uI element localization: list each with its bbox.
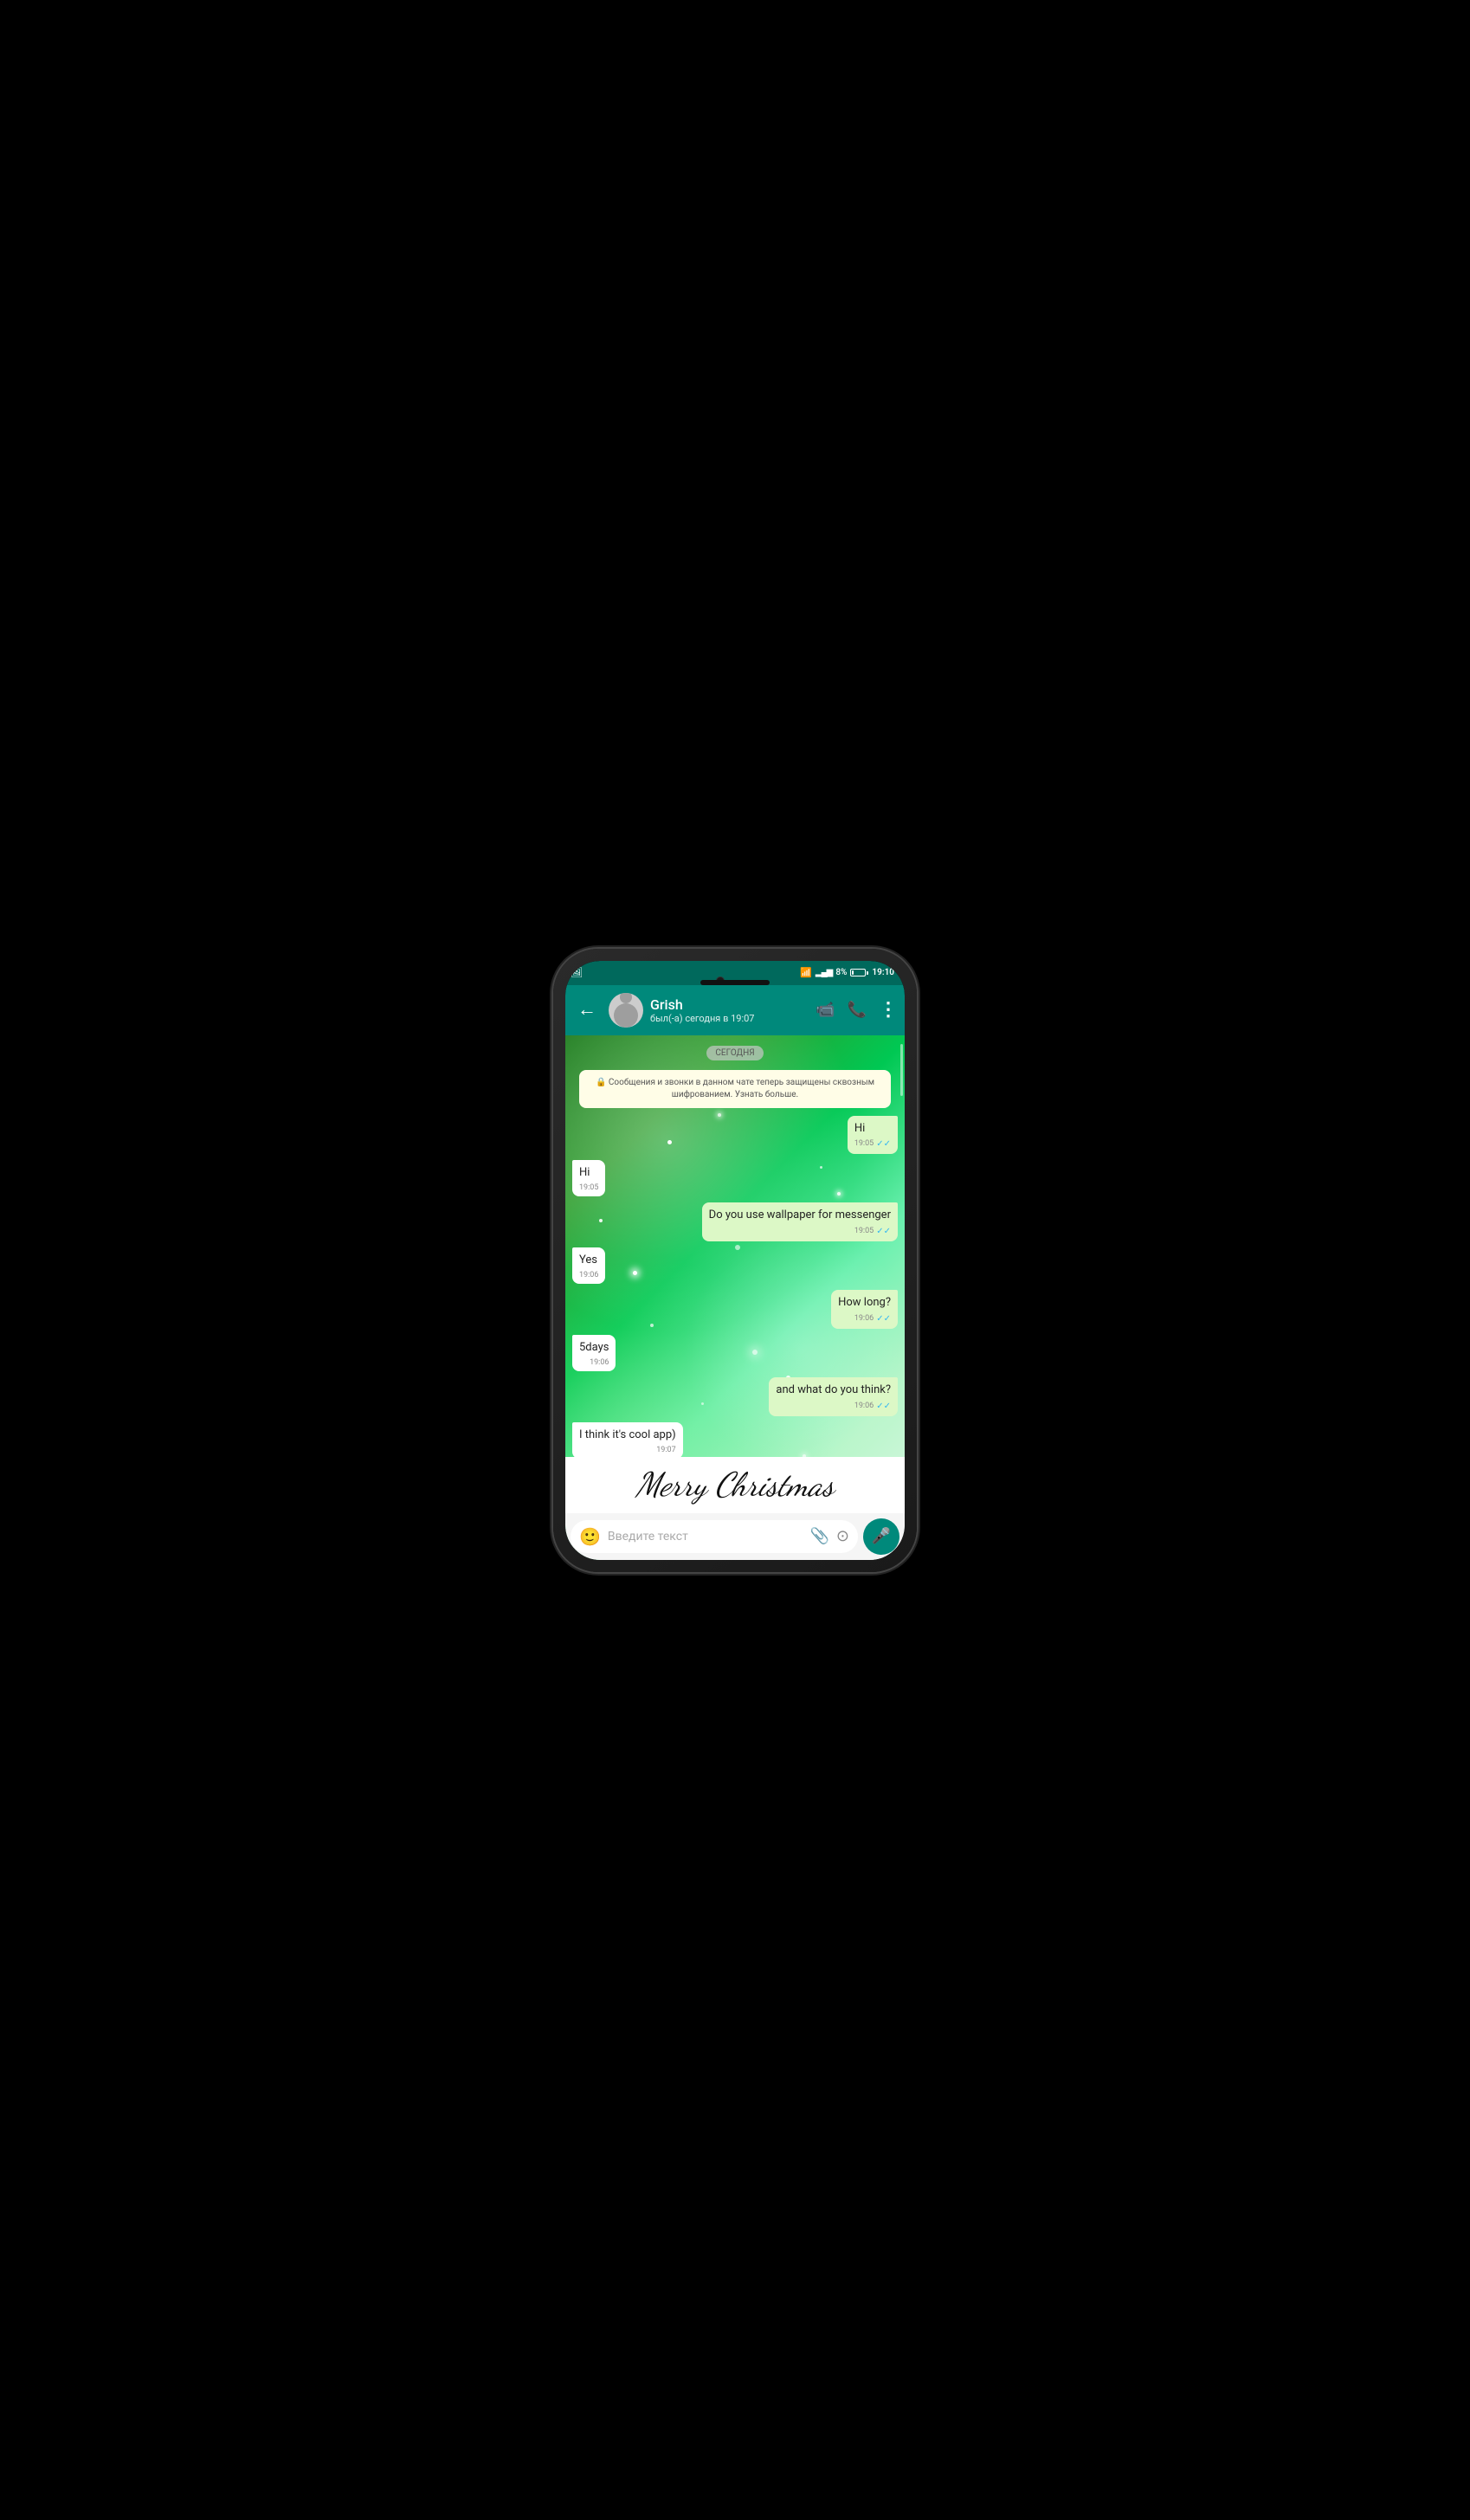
message-time: 19:05 [579, 1183, 598, 1194]
message-time: 19:06 [579, 1270, 598, 1281]
message-row: I think it's cool app) 19:07 [572, 1422, 898, 1457]
message-row: 5days 19:06 [572, 1335, 898, 1372]
avatar [609, 993, 643, 1028]
battery-fill [852, 970, 853, 975]
bubble-meta: 19:05 ✓✓ [709, 1226, 891, 1238]
chat-area: СЕГОДНЯ 🔒 Сообщения и звонки в данном ча… [565, 1035, 905, 1560]
input-area: 🙂 Введите текст 📎 ⊙ 🎤 [565, 1513, 905, 1560]
message-text: I think it's cool app) [579, 1428, 676, 1441]
message-row: Do you use wallpaper for messenger 19:05… [572, 1202, 898, 1241]
message-bubble: Hi 19:05 [572, 1160, 605, 1197]
message-row: and what do you think? 19:06 ✓✓ [572, 1377, 898, 1415]
message-bubble: and what do you think? 19:06 ✓✓ [769, 1377, 898, 1415]
message-text: Yes [579, 1254, 597, 1266]
bubble-meta: 19:06 [579, 1357, 609, 1369]
message-text: 5days [579, 1341, 609, 1354]
message-time: 19:06 [854, 1313, 874, 1324]
notification-icon: 🖼 [571, 967, 583, 978]
chat-scroll: СЕГОДНЯ 🔒 Сообщения и звонки в данном ча… [565, 1035, 905, 1457]
earpiece-speaker [700, 980, 770, 985]
message-text: and what do you think? [776, 1383, 891, 1396]
more-options-button[interactable]: ⋮ [879, 999, 898, 1021]
bubble-meta: 19:07 [579, 1445, 676, 1456]
read-ticks: ✓✓ [876, 1226, 891, 1238]
input-box: 🙂 Введите текст 📎 ⊙ [571, 1520, 858, 1553]
battery-icon [850, 969, 868, 976]
message-time: 19:07 [656, 1445, 675, 1456]
date-badge: СЕГОДНЯ [706, 1046, 763, 1060]
read-ticks: ✓✓ [876, 1138, 891, 1150]
battery-percent: 8% [835, 968, 847, 977]
message-bubble: Do you use wallpaper for messenger 19:05… [702, 1202, 898, 1241]
attach-button[interactable]: 📎 [809, 1527, 828, 1545]
battery-tip [867, 971, 868, 975]
status-right: 📶 ▂▄▆ 8% 19:10 [800, 967, 894, 978]
message-row: Yes 19:06 [572, 1247, 898, 1285]
message-time: 19:06 [854, 1401, 874, 1412]
bubble-meta: 19:05 [579, 1183, 598, 1194]
contact-name: Grish [650, 996, 809, 1013]
wifi-icon: 📶 [800, 967, 812, 978]
mic-icon: 🎤 [872, 1527, 891, 1545]
message-time: 19:06 [590, 1357, 609, 1369]
message-bubble: 5days 19:06 [572, 1335, 616, 1372]
bubble-meta: 19:06 ✓✓ [776, 1401, 891, 1413]
read-ticks: ✓✓ [876, 1313, 891, 1325]
message-text: Hi [579, 1166, 590, 1179]
signal-bars: ▂▄▆ [816, 968, 832, 977]
message-bubble: How long? 19:06 ✓✓ [831, 1290, 898, 1328]
avatar-silhouette [614, 1003, 638, 1028]
clock: 19:10 [872, 968, 894, 977]
read-ticks: ✓✓ [876, 1401, 891, 1413]
message-text: Hi [854, 1122, 865, 1135]
xmas-text: Merry Christmas [635, 1465, 834, 1505]
back-button[interactable]: ← [572, 997, 602, 1023]
message-row: How long? 19:06 ✓✓ [572, 1290, 898, 1328]
camera-button[interactable]: ⊙ [836, 1527, 849, 1545]
contact-info: Grish был(-а) сегодня в 19:07 [650, 996, 809, 1024]
battery-body [850, 969, 866, 976]
app-bar-actions: 📹 📞 ⋮ [816, 999, 898, 1021]
message-time: 19:05 [854, 1226, 874, 1237]
message-text: Do you use wallpaper for messenger [709, 1208, 891, 1221]
bubble-meta: 19:05 ✓✓ [854, 1138, 891, 1150]
system-message: 🔒 Сообщения и звонки в данном чате тепер… [579, 1070, 891, 1108]
message-time: 19:05 [854, 1138, 874, 1150]
scrollbar-track [900, 1035, 903, 1560]
scrollbar-thumb [900, 1044, 903, 1096]
voice-call-button[interactable]: 📞 [848, 1001, 867, 1019]
message-row: Hi 19:05 [572, 1160, 898, 1197]
xmas-image: Merry Christmas [565, 1457, 905, 1513]
mic-button[interactable]: 🎤 [863, 1518, 899, 1555]
phone-device: 🖼 📶 ▂▄▆ 8% 19:10 ← [553, 949, 917, 1572]
message-bubble: I think it's cool app) 19:07 [572, 1422, 683, 1457]
phone-screen-container: 🖼 📶 ▂▄▆ 8% 19:10 ← [565, 961, 905, 1560]
contact-status: был(-а) сегодня в 19:07 [650, 1013, 809, 1024]
message-bubble: Yes 19:06 [572, 1247, 605, 1285]
screen: 🖼 📶 ▂▄▆ 8% 19:10 ← [565, 961, 905, 1560]
message-bubble: Hi 19:05 ✓✓ [848, 1116, 898, 1154]
bubble-meta: 19:06 [579, 1270, 598, 1281]
app-bar: ← Grish был(-а) сегодня в 19:07 📹 📞 ⋮ [565, 985, 905, 1035]
status-left: 🖼 [571, 967, 583, 978]
emoji-button[interactable]: 🙂 [579, 1526, 601, 1547]
message-input[interactable]: Введите текст [608, 1530, 803, 1544]
message-text: How long? [838, 1296, 891, 1309]
bubble-meta: 19:06 ✓✓ [838, 1313, 891, 1325]
video-call-button[interactable]: 📹 [816, 1001, 835, 1019]
message-row: Hi 19:05 ✓✓ [572, 1116, 898, 1154]
